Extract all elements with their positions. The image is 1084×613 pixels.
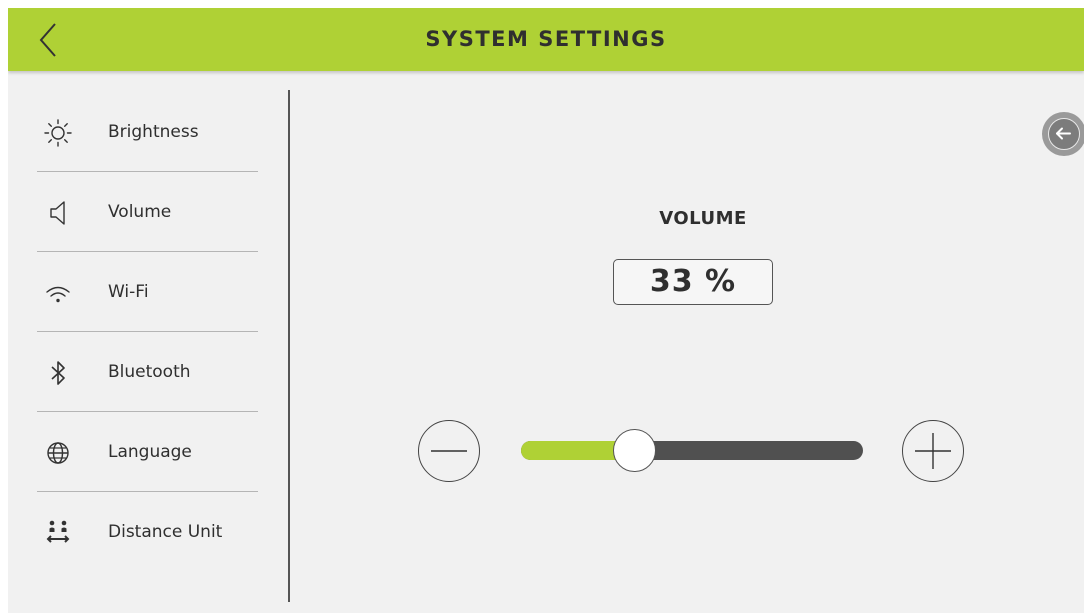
sidebar-item-label: Distance Unit: [108, 522, 223, 542]
sidebar-item-volume[interactable]: Volume: [37, 172, 258, 252]
settings-sidebar: Brightness Volume Wi-Fi Bluetooth Langua…: [8, 71, 288, 613]
collapse-button-face: [1048, 118, 1080, 150]
sidebar-item-label: Volume: [108, 202, 172, 222]
sun-icon: [44, 119, 72, 147]
minus-icon: [431, 450, 467, 452]
volume-slider-thumb[interactable]: [613, 429, 656, 472]
sidebar-item-language[interactable]: Language: [37, 412, 258, 492]
sidebar-item-brightness[interactable]: Brightness: [37, 92, 258, 172]
volume-decrease-button[interactable]: [418, 420, 480, 482]
sidebar-item-label: Bluetooth: [108, 362, 191, 382]
sidebar-item-label: Wi-Fi: [108, 282, 149, 302]
volume-increase-button[interactable]: [902, 420, 964, 482]
sidebar-item-wifi[interactable]: Wi-Fi: [37, 252, 258, 332]
plus-icon: [915, 433, 951, 469]
bluetooth-icon: [51, 361, 65, 385]
sidebar-item-bluetooth[interactable]: Bluetooth: [37, 332, 258, 412]
sidebar-item-label: Language: [108, 442, 192, 462]
volume-slider[interactable]: [521, 429, 863, 472]
page-title: SYSTEM SETTINGS: [425, 27, 667, 51]
speaker-icon: [50, 201, 65, 225]
section-title: VOLUME: [659, 208, 747, 229]
volume-value-display: 33 %: [613, 259, 773, 305]
sidebar-item-label: Brightness: [108, 122, 199, 142]
arrow-left-icon: [1056, 127, 1071, 140]
distance-unit-icon: [46, 520, 70, 543]
vertical-divider: [288, 90, 290, 602]
collapse-panel-button[interactable]: [1042, 112, 1084, 156]
header-bar: SYSTEM SETTINGS: [8, 8, 1084, 71]
app-frame: SYSTEM SETTINGS Brightness Volume Wi-Fi …: [8, 8, 1084, 613]
globe-icon: [47, 442, 69, 464]
wifi-icon: [46, 286, 70, 303]
sidebar-item-distance-unit[interactable]: Distance Unit: [37, 492, 258, 572]
